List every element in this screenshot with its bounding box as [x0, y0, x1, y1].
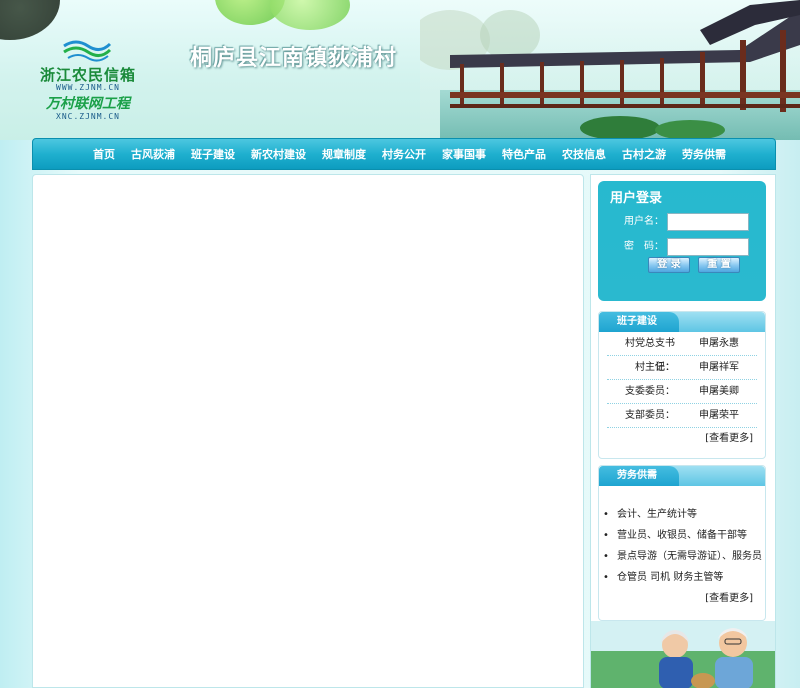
username-row: 用户名： [598, 213, 766, 231]
wave-logo-icon [63, 40, 112, 62]
job-item[interactable]: • 会计、生产统计等 [599, 504, 765, 525]
committee-row: 村主任： 申屠祥军 [607, 356, 757, 380]
password-label: 密 码： [624, 241, 664, 252]
job-item-text: 会计、生产统计等 [617, 509, 697, 520]
header-banner: 浙江农民信箱 WWW.ZJNM.CN 万村联网工程 XNC.ZJNM.CN 桐庐… [0, 0, 800, 140]
job-item-text: 仓管员 司机 财务主管等 [617, 572, 724, 583]
nav-item-new-village[interactable]: 新农村建设 [251, 146, 306, 162]
jobs-header: 劳务供需 [599, 466, 765, 486]
login-title: 用户登录 [610, 191, 663, 206]
login-button[interactable]: 登 录 [648, 257, 690, 273]
committee-title: 班子建设 [599, 312, 679, 332]
nav-item-ancient-style[interactable]: 古风荻浦 [131, 146, 175, 162]
committee-section: 班子建设 村党总支书记： 申屠永惠 村主任： 申屠祥军 支委委员： 申屠美卿 支… [598, 311, 766, 459]
main-nav: 首页 古风荻浦 班子建设 新农村建设 规章制度 村务公开 家事国事 特色产品 农… [32, 138, 776, 170]
reset-button[interactable]: 重 置 [698, 257, 740, 273]
job-item-text: 营业员、收银员、储备干部等 [617, 530, 747, 541]
logo-name-secondary: 万村联网工程 [46, 96, 130, 112]
nav-item-home[interactable]: 首页 [93, 146, 115, 162]
job-item-text: 景点导游（无需导游证）、服务员 [617, 551, 762, 562]
jobs-title: 劳务供需 [599, 466, 679, 486]
bullet-icon: • [603, 551, 609, 562]
logo-url-secondary: XNC.ZJNM.CN [56, 112, 120, 121]
jobs-section: 劳务供需 • 会计、生产统计等 • 营业员、收银员、储备干部等 • 景点导游（无… [598, 465, 766, 621]
committee-name[interactable]: 申屠永惠 [699, 332, 739, 356]
pavilion-illustration [420, 0, 800, 140]
bullet-icon: • [603, 509, 609, 520]
committee-role: 支部委员： [625, 410, 675, 421]
username-label: 用户名： [624, 216, 664, 227]
sidebar: 用户登录 用户名： 密 码： 登 录 重 置 班子建设 村党总支书记： 申屠永惠… [590, 174, 776, 688]
nav-item-tour[interactable]: 古村之游 [622, 146, 666, 162]
password-input[interactable] [667, 238, 749, 256]
committee-row: 支部委员： 申屠荣平 [607, 404, 757, 428]
elderly-couple-photo [591, 621, 775, 688]
nav-item-committee[interactable]: 班子建设 [191, 146, 235, 162]
committee-name[interactable]: 申屠祥军 [699, 356, 739, 380]
site-logo[interactable]: 浙江农民信箱 WWW.ZJNM.CN 万村联网工程 XNC.ZJNM.CN [28, 28, 148, 128]
main-content-panel [32, 174, 584, 688]
password-row: 密 码： [598, 238, 766, 256]
job-item[interactable]: • 营业员、收银员、储备干部等 [599, 525, 765, 546]
job-item[interactable]: • 仓管员 司机 财务主管等 [599, 567, 765, 588]
login-box: 用户登录 用户名： 密 码： 登 录 重 置 [598, 181, 766, 301]
elderly-couple-illustration [591, 621, 775, 688]
leaf-decoration [270, 0, 350, 30]
jobs-more-link[interactable]: [查看更多] [599, 588, 765, 610]
nav-item-agri-info[interactable]: 农技信息 [562, 146, 606, 162]
bullet-icon: • [603, 572, 609, 583]
nav-item-labor[interactable]: 劳务供需 [682, 146, 726, 162]
nav-item-regulations[interactable]: 规章制度 [322, 146, 366, 162]
committee-header: 班子建设 [599, 312, 765, 332]
logo-url-primary: WWW.ZJNM.CN [56, 83, 120, 92]
username-input[interactable] [667, 213, 749, 231]
committee-row: 支委委员： 申屠美卿 [607, 380, 757, 404]
nav-item-news[interactable]: 家事国事 [442, 146, 486, 162]
committee-name[interactable]: 申屠美卿 [699, 380, 739, 404]
job-item[interactable]: • 景点导游（无需导游证）、服务员 [599, 546, 765, 567]
committee-role: 村主任： [635, 362, 675, 373]
logo-name-primary: 浙江农民信箱 [39, 66, 136, 84]
committee-role: 支委委员： [625, 386, 675, 397]
nav-item-village-affairs[interactable]: 村务公开 [382, 146, 426, 162]
committee-more-link[interactable]: [查看更多] [599, 428, 765, 450]
committee-row: 村党总支书记： 申屠永惠 [607, 332, 757, 373]
committee-name[interactable]: 申屠荣平 [699, 404, 739, 428]
nav-item-products[interactable]: 特色产品 [502, 146, 546, 162]
site-title: 桐庐县江南镇荻浦村 [190, 46, 398, 71]
bullet-icon: • [603, 530, 609, 541]
